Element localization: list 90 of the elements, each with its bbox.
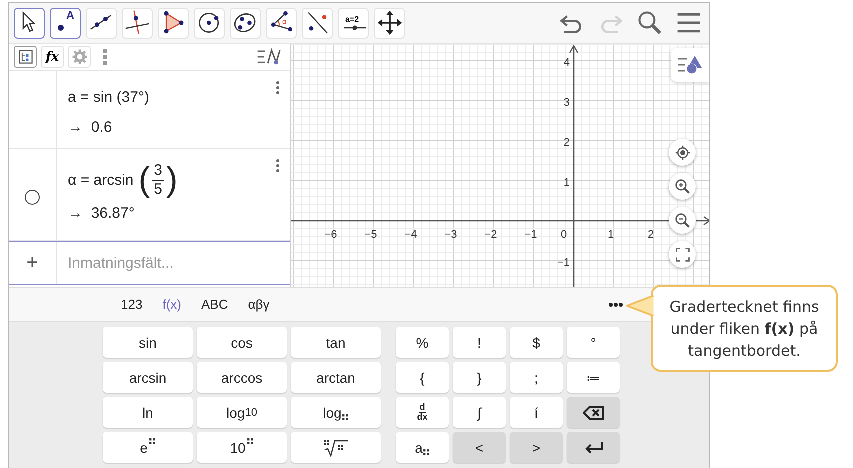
graph-toggle-icon[interactable] bbox=[256, 47, 282, 67]
result-text: → 0.6 bbox=[68, 119, 114, 136]
keyboard-tab[interactable]: ABC bbox=[193, 293, 236, 316]
keyboard-key[interactable]: ; bbox=[510, 362, 563, 393]
keyboard-key[interactable]: tan bbox=[291, 327, 381, 358]
keyboard-key[interactable]: arctan bbox=[291, 362, 381, 393]
keyboard-key[interactable]: cos bbox=[197, 327, 287, 358]
tool-label: a=2 bbox=[346, 15, 360, 24]
backspace-icon bbox=[582, 404, 604, 420]
point-icon bbox=[58, 25, 64, 31]
placeholder-icon bbox=[246, 438, 254, 445]
input-field[interactable]: Inmatningsfält... bbox=[57, 242, 268, 284]
keyboard-key[interactable]: a bbox=[396, 432, 449, 463]
keyboard-key[interactable] bbox=[291, 432, 381, 463]
keyboard-key[interactable]: sin bbox=[103, 327, 193, 358]
keyboard-key[interactable]: ≔ bbox=[567, 362, 620, 393]
keyboard-tab[interactable]: αβγ bbox=[240, 293, 278, 316]
keyboard-key[interactable]: log bbox=[291, 397, 381, 428]
shapes-icon bbox=[677, 54, 703, 76]
axis-label: −1 bbox=[524, 229, 538, 241]
axis-label: −2 bbox=[484, 229, 498, 241]
keyboard-key[interactable]: } bbox=[453, 362, 506, 393]
axis-label: 0 bbox=[560, 229, 568, 241]
keyboard-key[interactable]: ! bbox=[453, 327, 506, 358]
algebra-view-icon bbox=[16, 48, 34, 66]
bracket: ( bbox=[138, 161, 150, 199]
placeholder-icon bbox=[342, 414, 349, 421]
slider-icon bbox=[344, 25, 366, 31]
more-icon[interactable] bbox=[608, 302, 624, 308]
zoom-out-button[interactable] bbox=[669, 207, 696, 234]
zoom-in-icon bbox=[674, 178, 690, 194]
keyboard-tab[interactable]: 123 bbox=[113, 293, 151, 316]
keyboard-key[interactable]: arcsin bbox=[103, 362, 193, 393]
keyboard-key[interactable] bbox=[567, 397, 620, 428]
axis-label: −5 bbox=[364, 229, 378, 241]
enter-icon bbox=[584, 440, 604, 454]
keyboard-key[interactable]: ln bbox=[103, 397, 193, 428]
axis-label: −3 bbox=[444, 229, 458, 241]
recenter-button[interactable] bbox=[669, 139, 696, 166]
axis-label: −4 bbox=[404, 229, 418, 241]
move-icon bbox=[376, 9, 404, 37]
keyboard-key[interactable]: { bbox=[396, 362, 449, 393]
perpendicular-line-icon bbox=[124, 9, 152, 37]
keyboard-key[interactable]: d dx bbox=[396, 397, 449, 428]
keyboard-key[interactable]: e bbox=[103, 432, 193, 463]
axis-label: −1 bbox=[557, 257, 570, 269]
tool-button[interactable]: a=2 bbox=[338, 8, 369, 38]
tool-button[interactable]: A bbox=[50, 8, 81, 38]
style-bar-button[interactable] bbox=[671, 48, 709, 82]
result-text: → 36.87° bbox=[68, 205, 136, 222]
gear-icon bbox=[70, 48, 88, 66]
fullscreen-icon bbox=[674, 246, 690, 262]
keyboard-key[interactable] bbox=[567, 432, 620, 463]
keyboard-key[interactable]: > bbox=[510, 432, 563, 463]
denominator: 5 bbox=[154, 180, 162, 198]
fullscreen-button[interactable] bbox=[669, 241, 696, 268]
keyboard-key[interactable]: $ bbox=[510, 327, 563, 358]
zoom-in-button[interactable] bbox=[669, 173, 696, 200]
axis-label: 2 bbox=[648, 229, 654, 241]
visibility-toggle[interactable] bbox=[25, 190, 40, 205]
zoom-out-icon bbox=[674, 212, 690, 228]
axis-label: −6 bbox=[324, 229, 338, 241]
tool-button[interactable] bbox=[14, 8, 45, 38]
keyboard-key[interactable]: < bbox=[453, 432, 506, 463]
formula-text: a = sin (37°) bbox=[68, 89, 150, 106]
numerator: 3 bbox=[152, 162, 164, 180]
bracket: ) bbox=[166, 161, 178, 199]
placeholder-icon bbox=[148, 438, 156, 445]
view-button[interactable] bbox=[14, 46, 37, 68]
axis-label: 1 bbox=[608, 229, 614, 241]
root-icon bbox=[323, 438, 349, 456]
keyboard-key[interactable]: % bbox=[396, 327, 449, 358]
keyboard-tab[interactable]: f(x) bbox=[154, 293, 190, 316]
view-button[interactable]: fx bbox=[41, 46, 64, 68]
recenter-icon bbox=[674, 144, 690, 160]
search-icon[interactable] bbox=[636, 9, 664, 37]
keyboard-key[interactable]: 10 bbox=[197, 432, 287, 463]
keyboard-key[interactable]: ° bbox=[567, 327, 620, 358]
axis-label: 4 bbox=[564, 57, 570, 69]
axis-label: 1 bbox=[564, 177, 570, 189]
keyboard-key[interactable]: arccos bbox=[197, 362, 287, 393]
callout-text: Gradertecknet finns under fliken f(x) på tangentbordet. bbox=[668, 296, 820, 362]
axis-label: 3 bbox=[564, 97, 570, 109]
tool-label: A bbox=[66, 12, 74, 21]
keyboard-key[interactable]: í bbox=[510, 397, 563, 428]
axis-label: 2 bbox=[564, 137, 570, 149]
placeholder-icon bbox=[422, 449, 430, 456]
formula-text: α = arcsin bbox=[68, 172, 134, 188]
add-icon[interactable]: + bbox=[26, 252, 38, 274]
keyboard-key[interactable]: ∫ bbox=[453, 397, 506, 428]
